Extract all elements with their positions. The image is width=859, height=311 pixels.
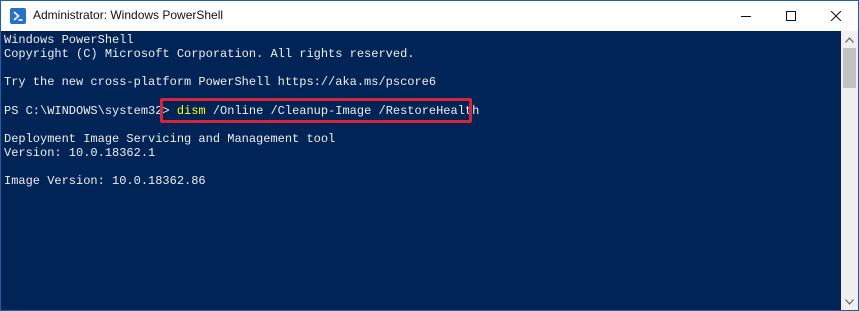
- close-icon: [830, 11, 841, 21]
- maximize-icon: [785, 11, 796, 21]
- powershell-window: Administrator: Windows PowerShell Window…: [0, 0, 859, 311]
- chevron-up-icon: [845, 36, 854, 43]
- chevron-down-icon: [845, 298, 854, 305]
- vertical-scrollbar[interactable]: [841, 31, 858, 310]
- banner-line-2: Copyright (C) Microsoft Corporation. All…: [4, 47, 415, 61]
- minimize-button[interactable]: [723, 1, 768, 31]
- scroll-up-button[interactable]: [841, 31, 858, 48]
- prompt-text: PS C:\WINDOWS\system32>: [4, 104, 170, 118]
- scroll-track[interactable]: [841, 48, 858, 293]
- powershell-icon: [10, 8, 26, 24]
- close-button[interactable]: [813, 1, 858, 31]
- command-highlight-box: [160, 98, 472, 123]
- output-line-2: Version: 10.0.18362.1: [4, 146, 156, 160]
- minimize-icon: [740, 16, 751, 17]
- console-output[interactable]: Windows PowerShell Copyright (C) Microso…: [1, 31, 841, 310]
- scroll-thumb[interactable]: [843, 48, 856, 88]
- title-bar[interactable]: Administrator: Windows PowerShell: [1, 1, 858, 31]
- window-title: Administrator: Windows PowerShell: [33, 8, 224, 22]
- maximize-button[interactable]: [768, 1, 813, 31]
- scroll-down-button[interactable]: [841, 293, 858, 310]
- banner-line-3: Try the new cross-platform PowerShell ht…: [4, 75, 437, 89]
- output-line-3: Image Version: 10.0.18362.86: [4, 174, 206, 188]
